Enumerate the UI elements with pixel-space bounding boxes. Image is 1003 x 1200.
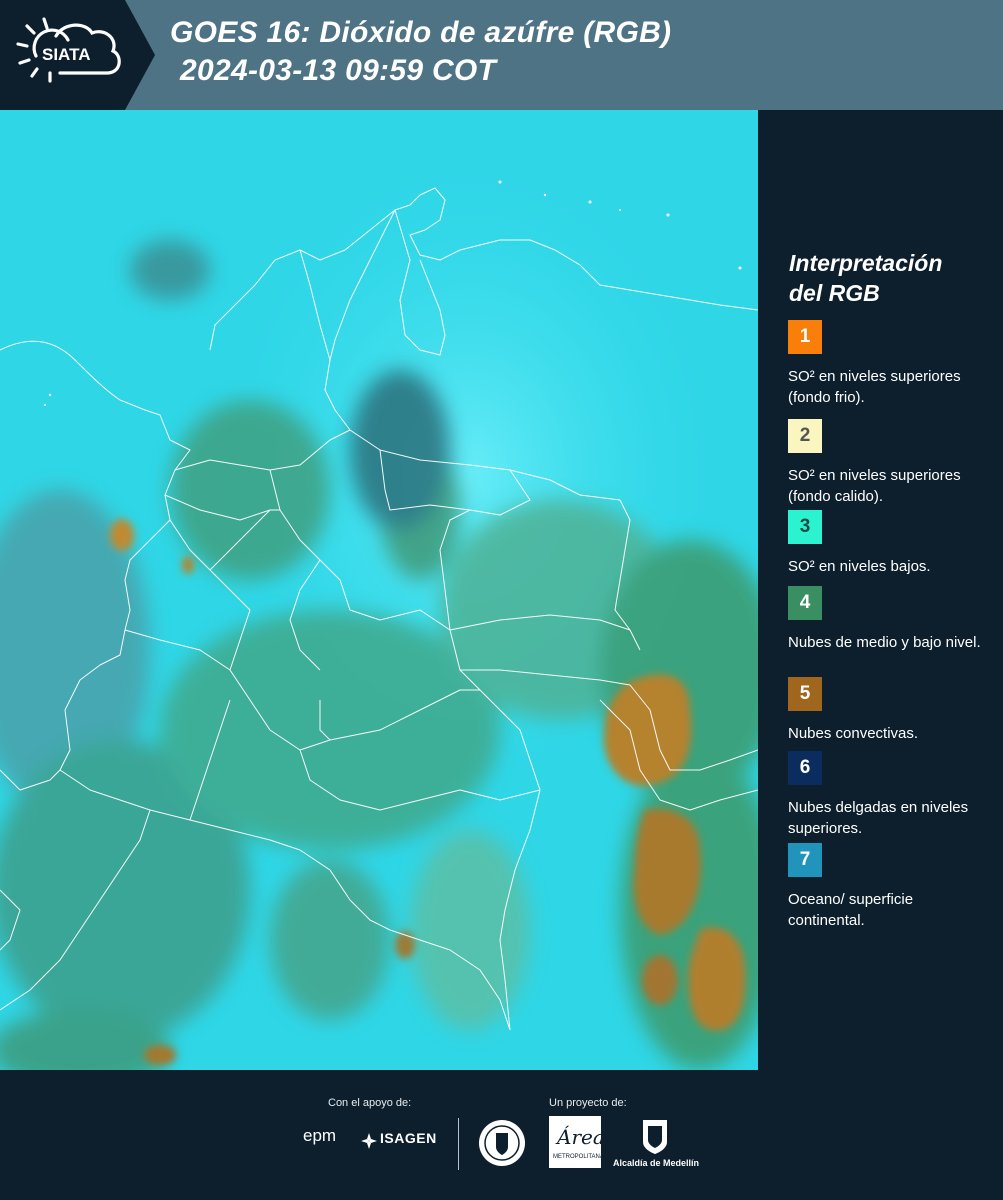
header-bar: SIATA GOES 16: Dióxido de azúfre (RGB) 2… (0, 0, 1003, 110)
legend-swatch-6: 6 (788, 751, 822, 785)
timestamp: 2024-03-13 09:59 COT (180, 54, 497, 87)
page-title: GOES 16: Dióxido de azúfre (RGB) (170, 16, 672, 49)
legend-swatch-1: 1 (788, 320, 822, 354)
legend-panel: Interpretación del RGB 1 SO² en niveles … (760, 110, 1003, 1070)
legend-item-4: 4 Nubes de medio y bajo nivel. (788, 586, 993, 653)
legend-text-2: SO² en niveles superiores (fondo calido)… (788, 467, 961, 505)
isagen-icon (361, 1133, 377, 1149)
satellite-map[interactable] (0, 110, 758, 1070)
footer-divider (458, 1118, 459, 1170)
alcaldia-shield-icon (643, 1120, 667, 1154)
legend-item-7: 7 Oceano/ superficie continental. (788, 843, 993, 931)
support-label: Con el apoyo de: (328, 1097, 412, 1109)
legend-item-6: 6 Nubes delgadas en niveles superiores. (788, 751, 993, 839)
legend-text-1: SO² en niveles superiores (fondo frio). (788, 368, 961, 406)
legend-swatch-2: 2 (788, 419, 822, 453)
footer: Con el apoyo de: Un proyecto de: epm ISA… (0, 1070, 1003, 1200)
project-label: Un proyecto de: (549, 1097, 627, 1109)
legend-text-6: Nubes delgadas en niveles superiores. (788, 799, 969, 837)
isagen-logo: ISAGEN (380, 1130, 437, 1146)
legend-item-3: 3 SO² en niveles bajos. (788, 510, 993, 577)
legend-swatch-3: 3 (788, 510, 822, 544)
legend-text-7: Oceano/ superficie continental. (788, 891, 914, 929)
alcaldia-logo: Alcaldía de Medellín (613, 1158, 700, 1168)
svg-text:METROPOLITANA: METROPOLITANA (553, 1154, 601, 1160)
legend-text-5: Nubes convectivas. (788, 725, 919, 742)
siata-logo: SIATA (0, 0, 155, 110)
siata-brand-text: SIATA (42, 45, 91, 64)
legend-title: Interpretación del RGB (789, 250, 943, 306)
legend-item-1: 1 SO² en niveles superiores (fondo frio)… (788, 320, 993, 408)
svg-text:Área: Área (555, 1125, 601, 1149)
legend-swatch-5: 5 (788, 677, 822, 711)
legend-item-5: 5 Nubes convectivas. (788, 677, 993, 744)
epm-logo: epm (303, 1126, 337, 1145)
legend-swatch-4: 4 (788, 586, 822, 620)
legend-text-4: Nubes de medio y bajo nivel. (788, 634, 981, 651)
legend-text-3: SO² en niveles bajos. (788, 558, 931, 575)
medellin-seal-icon (479, 1120, 525, 1166)
area-metropolitana-logo: Área METROPOLITANA (549, 1116, 605, 1168)
legend-swatch-7: 7 (788, 843, 822, 877)
legend-item-2: 2 SO² en niveles superiores (fondo calid… (788, 419, 993, 507)
